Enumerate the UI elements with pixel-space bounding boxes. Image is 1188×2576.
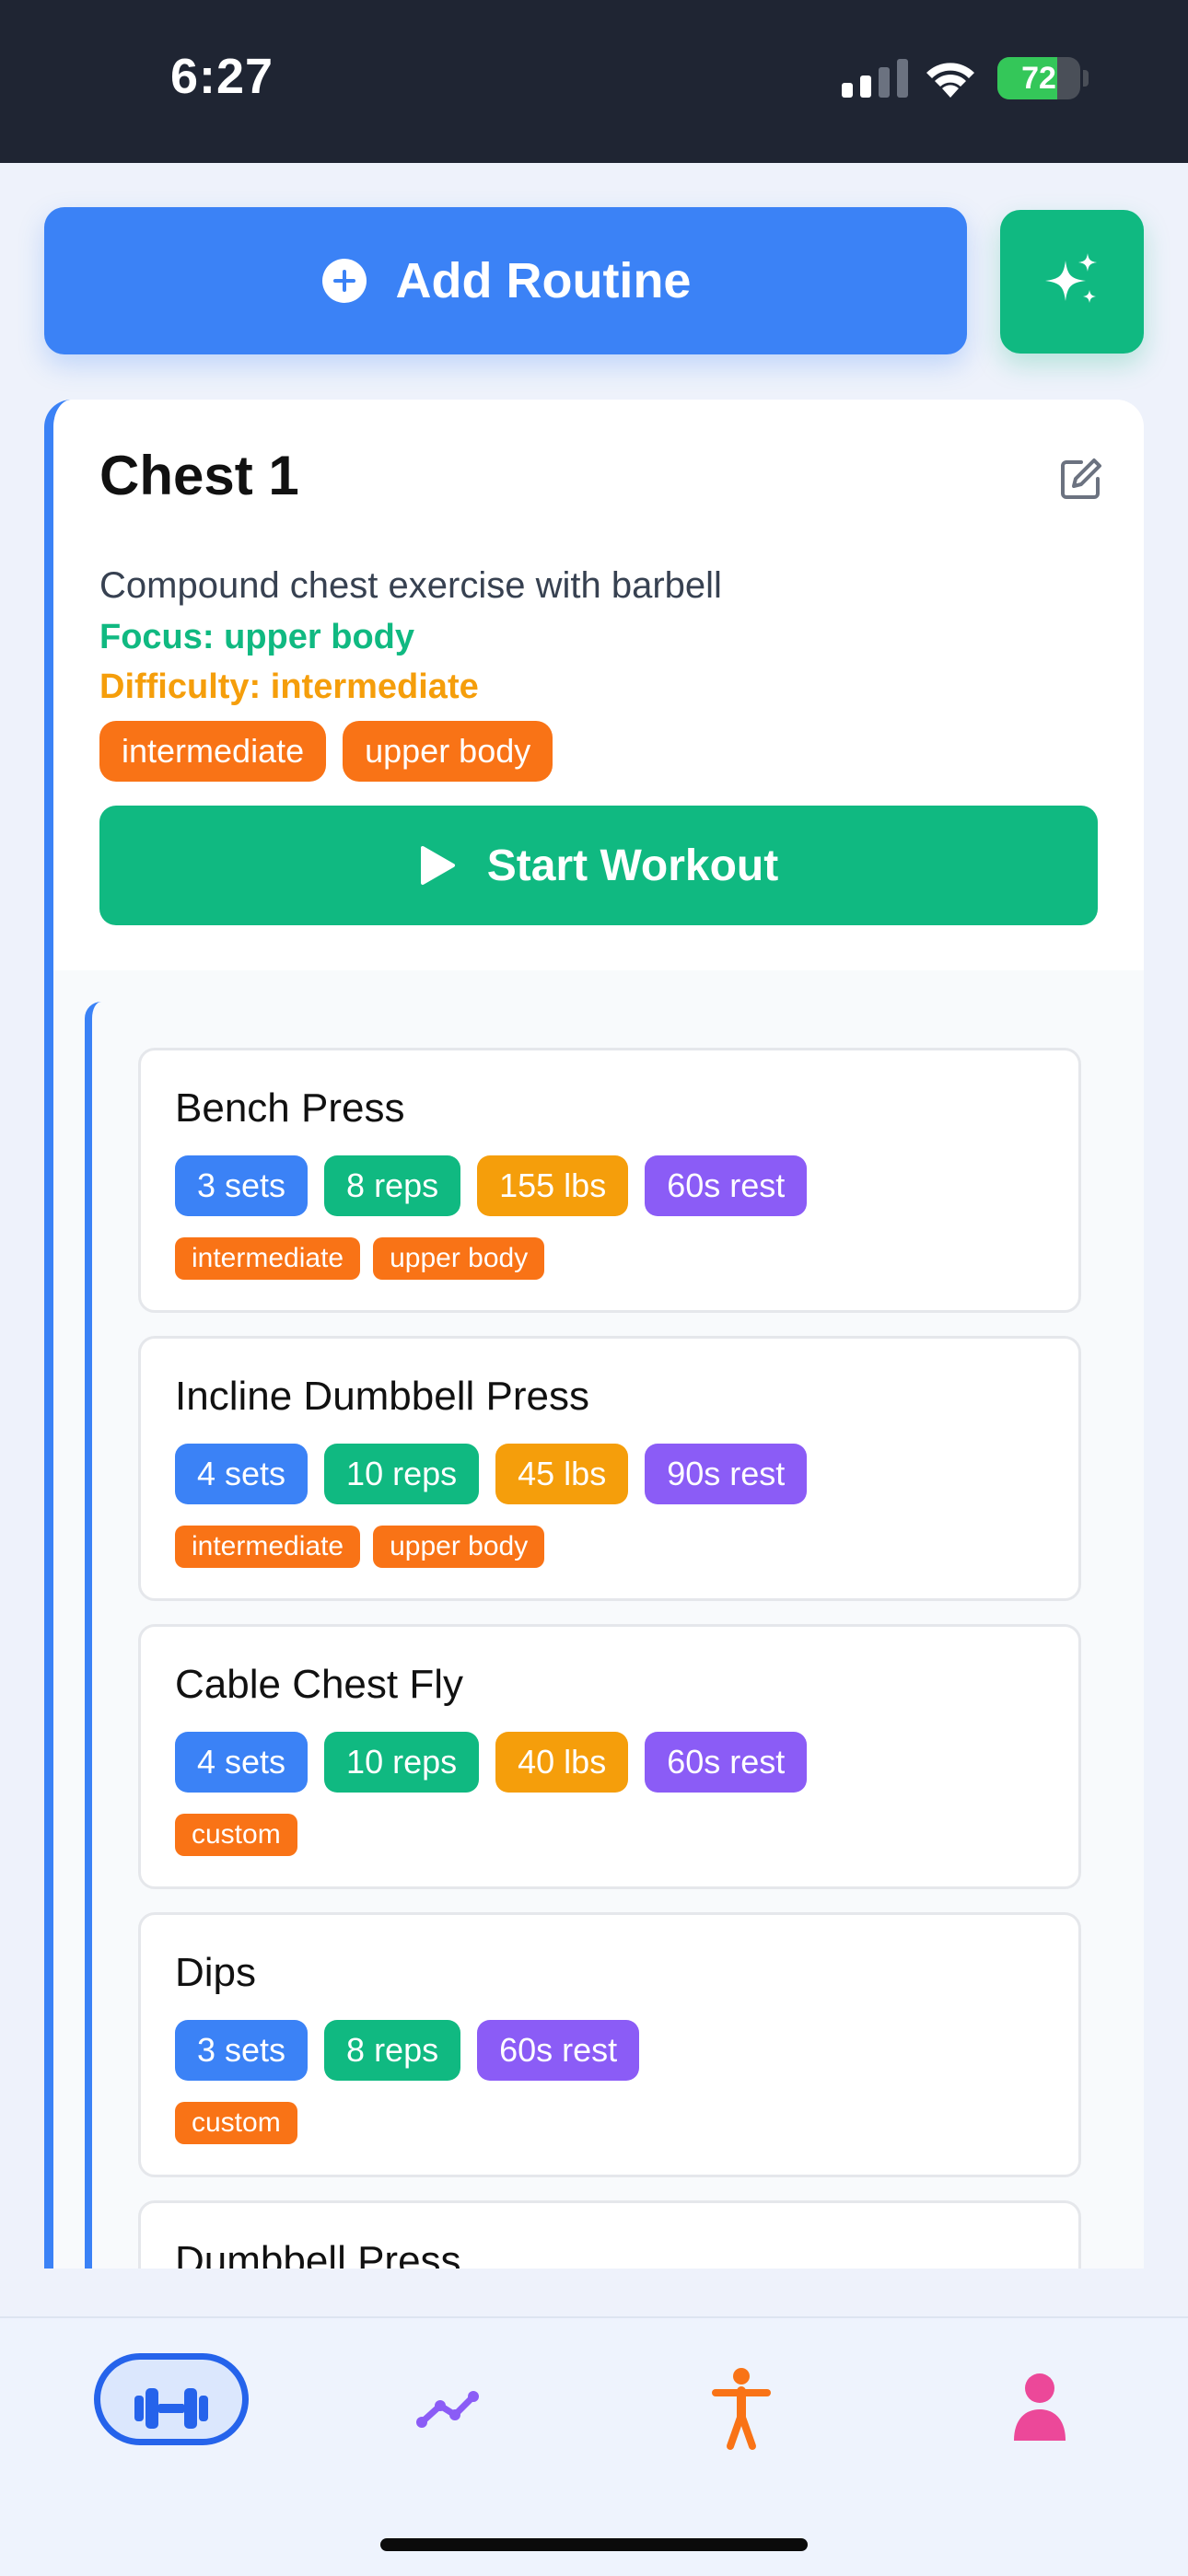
routine-difficulty: Difficulty: intermediate	[99, 667, 479, 706]
home-indicator	[380, 2538, 808, 2551]
exercise-list: Bench Press 3 sets 8 reps 155 lbs 60s re…	[85, 1002, 1144, 2269]
sets-badge: 3 sets	[175, 1155, 309, 1216]
reps-badge: 8 reps	[324, 1155, 461, 1216]
exercise-tag: custom	[175, 1814, 297, 1856]
body-figure-icon[interactable]	[672, 2349, 810, 2468]
status-time: 6:27	[170, 49, 274, 104]
add-routine-label: Add Routine	[395, 253, 692, 308]
routine-title: Chest 1	[99, 445, 299, 506]
edit-icon[interactable]	[1057, 455, 1105, 503]
exercise-tags: intermediate upper body	[175, 1237, 545, 1280]
exercise-stats: 3 sets 8 reps 60s rest	[175, 2020, 640, 2081]
add-routine-button[interactable]: Add Routine	[44, 207, 967, 354]
routine-tag: intermediate	[99, 721, 327, 782]
rest-badge: 90s rest	[645, 1444, 808, 1504]
sets-badge: 3 sets	[175, 2020, 309, 2081]
reps-badge: 8 reps	[324, 2020, 461, 2081]
rest-badge: 60s rest	[477, 2020, 640, 2081]
plus-circle-icon	[321, 259, 367, 303]
routine-tags: intermediate upper body	[99, 721, 553, 782]
routine-header: Chest 1 Compound chest exercise with bar…	[53, 400, 1144, 970]
sets-badge: 4 sets	[175, 1444, 309, 1504]
cellular-signal-icon	[842, 59, 908, 98]
weight-badge: 40 lbs	[495, 1732, 629, 1793]
exercise-card[interactable]: Dips 3 sets 8 reps 60s rest custom	[138, 1912, 1081, 2177]
exercise-stats: 4 sets 10 reps 40 lbs 60s rest	[175, 1732, 808, 1793]
rest-badge: 60s rest	[645, 1732, 808, 1793]
battery-cap	[1083, 70, 1089, 87]
exercise-tags: custom	[175, 2102, 297, 2144]
exercise-tag: intermediate	[175, 1526, 361, 1568]
status-bar: 6:27 72	[0, 0, 1188, 163]
exercise-tag: intermediate	[175, 1237, 361, 1280]
exercise-card[interactable]: Dumbbell Press	[138, 2200, 1081, 2269]
battery-icon: 72	[997, 57, 1080, 99]
exercise-name: Incline Dumbbell Press	[175, 1374, 589, 1419]
weight-badge: 45 lbs	[495, 1444, 629, 1504]
ai-generate-button[interactable]	[1000, 210, 1144, 354]
rest-badge: 60s rest	[645, 1155, 808, 1216]
trend-chart-icon[interactable]	[378, 2349, 516, 2468]
battery-percentage: 72	[1021, 61, 1056, 96]
exercise-tag: upper body	[373, 1526, 545, 1568]
sparkles-icon	[1045, 253, 1097, 303]
exercise-name: Dips	[175, 1950, 257, 1995]
person-icon[interactable]	[971, 2349, 1109, 2468]
start-workout-button[interactable]: Start Workout	[99, 806, 1098, 925]
dumbbell-icon[interactable]	[102, 2349, 240, 2468]
wifi-icon	[926, 63, 974, 98]
start-workout-label: Start Workout	[486, 841, 779, 890]
exercise-name: Dumbbell Press	[175, 2238, 461, 2269]
exercise-tags: custom	[175, 1814, 297, 1856]
sets-badge: 4 sets	[175, 1732, 309, 1793]
play-icon	[420, 846, 455, 885]
exercise-card[interactable]: Cable Chest Fly 4 sets 10 reps 40 lbs 60…	[138, 1624, 1081, 1889]
routine-card: Chest 1 Compound chest exercise with bar…	[44, 400, 1144, 2269]
exercise-stats: 4 sets 10 reps 45 lbs 90s rest	[175, 1444, 808, 1504]
reps-badge: 10 reps	[324, 1732, 480, 1793]
exercise-tag: custom	[175, 2102, 297, 2144]
exercise-tag: upper body	[373, 1237, 545, 1280]
reps-badge: 10 reps	[324, 1444, 480, 1504]
exercise-name: Bench Press	[175, 1085, 405, 1131]
exercise-tags: intermediate upper body	[175, 1526, 545, 1568]
weight-badge: 155 lbs	[477, 1155, 629, 1216]
routine-focus: Focus: upper body	[99, 618, 414, 656]
routine-tag: upper body	[343, 721, 553, 782]
exercise-card[interactable]: Incline Dumbbell Press 4 sets 10 reps 45…	[138, 1336, 1081, 1601]
exercise-stats: 3 sets 8 reps 155 lbs 60s rest	[175, 1155, 808, 1216]
exercise-card[interactable]: Bench Press 3 sets 8 reps 155 lbs 60s re…	[138, 1048, 1081, 1313]
exercise-name: Cable Chest Fly	[175, 1662, 464, 1707]
routine-description: Compound chest exercise with barbell	[99, 565, 722, 606]
